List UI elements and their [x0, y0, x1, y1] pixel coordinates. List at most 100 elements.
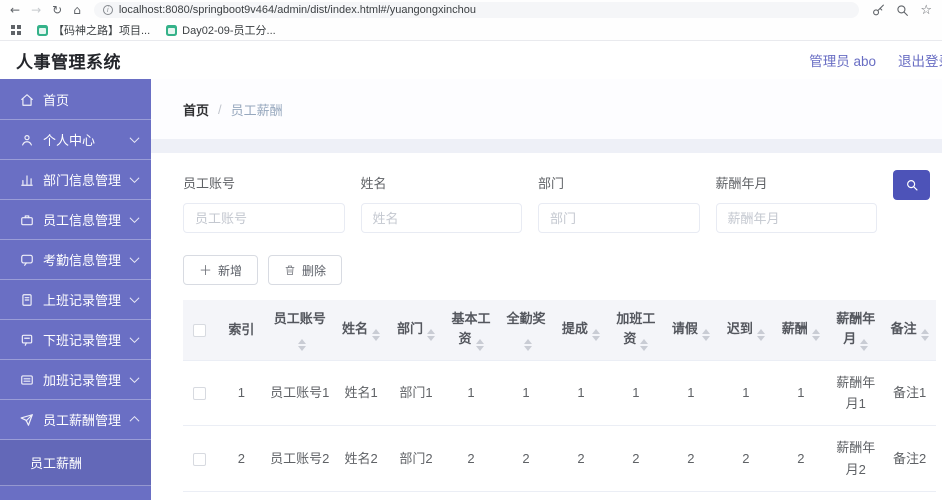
sort-caret-icon[interactable]	[475, 338, 484, 351]
sidebar-item-employee-info[interactable]: 员工信息管理	[0, 200, 151, 240]
sidebar-item-employee-salary-mgmt[interactable]: 员工薪酬管理	[0, 400, 151, 440]
account-input[interactable]	[183, 203, 345, 233]
user-icon	[20, 133, 34, 147]
chevron-down-icon	[129, 253, 140, 264]
admin-user-link[interactable]: 管理员 abo	[809, 50, 876, 70]
chevron-down-icon	[129, 333, 140, 344]
site-info-icon[interactable]: i	[102, 5, 113, 15]
sidebar-item-home[interactable]: 首页	[0, 80, 151, 120]
table-row[interactable]: 1 员工账号1 姓名1 部门1 1 1 1 1 1 1 1 薪酬年月1 备注1	[183, 360, 936, 427]
sort-caret-icon[interactable]	[372, 328, 381, 341]
search-icon	[905, 178, 919, 192]
field-label: 部门	[538, 176, 565, 191]
zoom-icon[interactable]	[896, 4, 909, 17]
sort-caret-icon[interactable]	[920, 328, 929, 341]
add-button-label: 新增	[218, 263, 243, 278]
chevron-up-icon	[129, 415, 140, 426]
sort-caret-icon[interactable]	[860, 338, 869, 351]
sort-caret-icon[interactable]	[427, 328, 436, 341]
column-header-base-salary[interactable]: 基本工资	[443, 300, 499, 361]
column-label: 索引	[228, 322, 255, 337]
cell-attendance-bonus: 3	[498, 491, 554, 500]
cell-index: 1	[216, 360, 266, 427]
plus-icon: ＋	[199, 262, 213, 278]
column-header-overtime-pay[interactable]: 加班工资	[608, 300, 664, 361]
salary-month-input[interactable]	[715, 203, 877, 233]
bookmark-favicon-icon	[37, 24, 48, 36]
column-header-commission[interactable]: 提成	[553, 300, 609, 361]
sort-caret-icon[interactable]	[756, 328, 765, 341]
browser-home-icon[interactable]: ⌂	[73, 4, 81, 16]
content-card: 员工账号 姓名 部门 薪酬年月	[151, 153, 942, 500]
row-checkbox[interactable]	[193, 387, 207, 401]
sidebar: 首页 个人中心 部门信息管理 员工信息管理 考勤信息管理 上班记录管理 下班记录…	[0, 79, 151, 500]
cell-leave: 1	[663, 360, 719, 427]
sidebar-item-clockin-records[interactable]: 上班记录管理	[0, 280, 151, 320]
column-header-late[interactable]: 迟到	[718, 300, 774, 361]
column-label: 员工账号	[273, 311, 326, 326]
sidebar-item-overtime-records[interactable]: 加班记录管理	[0, 360, 151, 400]
column-label: 迟到	[726, 320, 753, 336]
sidebar-item-clockout-records[interactable]: 下班记录管理	[0, 320, 151, 360]
bookmark-star-icon[interactable]: ☆	[920, 4, 932, 17]
list-icon	[20, 373, 34, 387]
column-header-leave[interactable]: 请假	[663, 300, 719, 361]
search-field-name: 姓名	[360, 167, 522, 233]
cell-index: 3	[216, 491, 266, 500]
sidebar-item-label: 部门信息管理	[43, 173, 122, 188]
cell-salary-month: 薪酬年月3	[828, 491, 884, 500]
chevron-down-icon	[129, 133, 140, 144]
sidebar-item-label: 下班记录管理	[43, 333, 122, 348]
sidebar-item-personal-center[interactable]: 个人中心	[0, 120, 151, 160]
bookmark-item[interactable]: 【码神之路】项目...	[37, 22, 150, 38]
select-all-checkbox[interactable]	[193, 324, 207, 338]
column-header-salary[interactable]: 薪酬	[773, 300, 829, 361]
bookmark-item[interactable]: Day02-09-员工分...	[166, 22, 276, 38]
row-checkbox[interactable]	[193, 453, 207, 467]
back-icon[interactable]: ←	[10, 4, 20, 16]
sidebar-item-department-info[interactable]: 部门信息管理	[0, 160, 151, 200]
sort-caret-icon[interactable]	[811, 328, 820, 341]
forward-icon[interactable]: →	[31, 4, 41, 16]
cell-overtime-pay: 3	[608, 491, 664, 500]
row-select-cell	[183, 491, 217, 500]
chevron-down-icon	[129, 293, 140, 304]
apps-grid-icon[interactable]	[11, 25, 21, 35]
column-header-name[interactable]: 姓名	[333, 300, 389, 361]
chevron-down-icon	[129, 173, 140, 184]
column-header-remark[interactable]: 备注	[883, 300, 936, 361]
sidebar-item-label: 上班记录管理	[43, 293, 122, 308]
sidebar-subitem-employee-salary[interactable]: 员工薪酬	[0, 440, 151, 486]
column-label: 薪酬年月	[836, 311, 876, 346]
logout-link[interactable]: 退出登录	[898, 50, 942, 70]
delete-button-label: 删除	[302, 263, 327, 278]
add-button[interactable]: ＋ 新增	[183, 255, 259, 285]
column-header-salary-month[interactable]: 薪酬年月	[828, 300, 884, 361]
sidebar-item-attendance-info[interactable]: 考勤信息管理	[0, 240, 151, 280]
sort-caret-icon[interactable]	[701, 328, 710, 341]
department-input[interactable]	[538, 203, 700, 233]
cell-base-salary: 1	[443, 360, 499, 427]
sort-caret-icon[interactable]	[523, 338, 532, 351]
password-key-icon[interactable]	[872, 4, 885, 17]
sort-caret-icon[interactable]	[297, 338, 306, 351]
cell-overtime-pay: 1	[608, 360, 664, 427]
table-row[interactable]: 2 员工账号2 姓名2 部门2 2 2 2 2 2 2 2 薪酬年月2 备注2	[183, 425, 936, 493]
column-header-account[interactable]: 员工账号	[265, 300, 334, 361]
reload-icon[interactable]: ↻	[52, 4, 62, 16]
table-row[interactable]: 3 员工账号3 姓名3 部门3 3 3 3 3 3 3 3 薪酬年月3 备注3	[183, 491, 936, 500]
column-header-attendance-bonus[interactable]: 全勤奖	[498, 300, 554, 361]
cell-attendance-bonus: 1	[498, 360, 554, 427]
delete-button[interactable]: 删除	[268, 255, 343, 285]
breadcrumb-home-link[interactable]: 首页	[183, 100, 209, 119]
column-header-department[interactable]: 部门	[388, 300, 444, 361]
bar-chart-icon	[20, 173, 34, 187]
sort-caret-icon[interactable]	[640, 338, 649, 351]
name-input[interactable]	[360, 203, 522, 233]
search-button[interactable]	[893, 170, 930, 200]
cell-overtime-pay: 2	[608, 425, 664, 493]
cell-salary: 1	[773, 360, 829, 427]
sort-caret-icon[interactable]	[591, 328, 600, 341]
cell-base-salary: 2	[443, 425, 499, 493]
address-bar[interactable]: i localhost:8080/springboot9v464/admin/d…	[93, 2, 860, 18]
